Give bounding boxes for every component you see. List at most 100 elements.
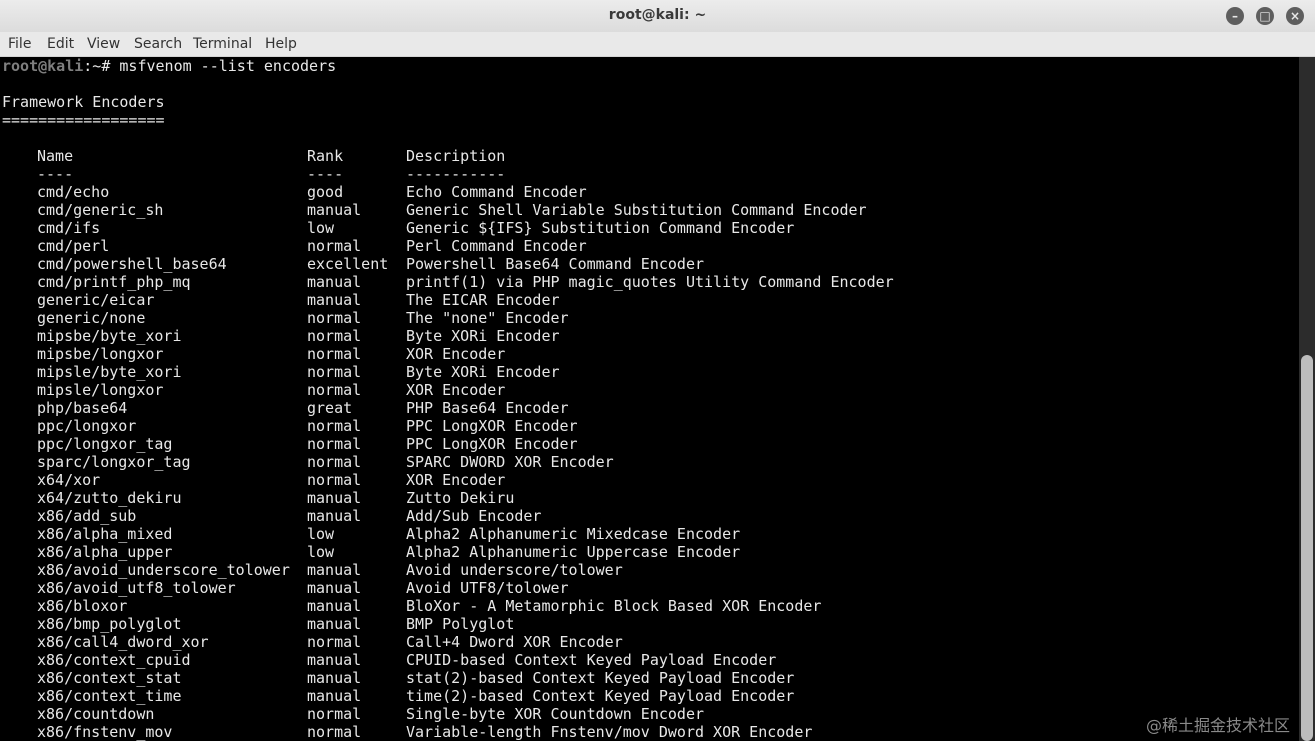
cell-rank: normal — [307, 705, 362, 723]
cell-name: generic/none — [37, 309, 146, 327]
table-row: x64/xor normal XOR Encoder — [2, 471, 1202, 489]
cell-description: Perl Command Encoder — [406, 237, 587, 255]
cell-description: BMP Polyglot — [406, 615, 515, 633]
cell-description: Single-byte XOR Countdown Encoder — [406, 705, 705, 723]
table-row: x64/zutto_dekiru manual Zutto Dekiru — [2, 489, 1202, 507]
cell-name: x86/bmp_polyglot — [37, 615, 182, 633]
cell-rank: low — [307, 525, 335, 543]
cell-rank: normal — [307, 435, 362, 453]
cell-name: x86/alpha_mixed — [37, 525, 173, 543]
cell-rank: normal — [307, 327, 362, 345]
table-row: x86/context_stat manual stat(2)-based Cont… — [2, 669, 1202, 687]
cell-description: printf(1) via PHP magic_quotes Utility C… — [406, 273, 894, 291]
table-row: cmd/perl normal Perl Command Encoder — [2, 237, 1202, 255]
column-underline-rank: ---- — [307, 165, 344, 183]
cell-name: x86/context_time — [37, 687, 182, 705]
cell-description: Byte XORi Encoder — [406, 363, 560, 381]
cell-rank: good — [307, 183, 344, 201]
cell-name: x86/countdown — [37, 705, 155, 723]
cell-name: cmd/printf_php_mq — [37, 273, 191, 291]
cell-description: XOR Encoder — [406, 345, 506, 363]
cell-description: Zutto Dekiru — [406, 489, 515, 507]
cell-name: ppc/longxor — [37, 417, 137, 435]
cell-name: x64/zutto_dekiru — [37, 489, 182, 507]
cell-rank: manual — [307, 669, 362, 687]
cell-description: Alpha2 Alphanumeric Mixedcase Encoder — [406, 525, 741, 543]
table-row: x86/alpha_upper low Alpha2 Alphanumeric Up… — [2, 543, 1202, 561]
cell-name: generic/eicar — [37, 291, 155, 309]
prompt-path: :~# — [83, 57, 120, 75]
cell-description: XOR Encoder — [406, 471, 506, 489]
cell-description: Alpha2 Alphanumeric Uppercase Encoder — [406, 543, 741, 561]
cell-name: mipsbe/longxor — [37, 345, 164, 363]
table-row: mipsbe/longxor normal XOR Encoder — [2, 345, 1202, 363]
menu-search[interactable]: Search — [134, 36, 182, 52]
cell-rank: normal — [307, 471, 362, 489]
cell-description: Powershell Base64 Command Encoder — [406, 255, 705, 273]
cell-name: cmd/echo — [37, 183, 110, 201]
cell-rank: manual — [307, 273, 362, 291]
cell-name: x86/call4_dword_xor — [37, 633, 209, 651]
cell-rank: manual — [307, 489, 362, 507]
cell-description: PPC LongXOR Encoder — [406, 435, 578, 453]
cell-rank: normal — [307, 345, 362, 363]
cell-name: cmd/generic_sh — [37, 201, 164, 219]
cell-name: mipsle/longxor — [37, 381, 164, 399]
table-row: ppc/longxor_tag normal PPC LongXOR Encoder — [2, 435, 1202, 453]
table-header: Name Rank Description — [2, 147, 1202, 165]
cell-name: cmd/ifs — [37, 219, 101, 237]
cell-name: x86/add_sub — [37, 507, 137, 525]
cell-rank: normal — [307, 417, 362, 435]
cell-name: mipsle/byte_xori — [37, 363, 182, 381]
cell-description: SPARC DWORD XOR Encoder — [406, 453, 614, 471]
cell-rank: manual — [307, 561, 362, 579]
menu-help[interactable]: Help — [265, 36, 297, 52]
maximize-icon[interactable]: □ — [1256, 7, 1274, 25]
cell-description: Add/Sub Encoder — [406, 507, 542, 525]
cell-description: Variable-length Fnstenv/mov Dword XOR En… — [406, 723, 813, 741]
cell-rank: manual — [307, 597, 362, 615]
cell-name: x86/bloxor — [37, 597, 128, 615]
column-underline-description: ----------- — [406, 165, 506, 183]
table-row: cmd/ifs low Generic ${IFS} Substitution Co… — [2, 219, 1202, 237]
column-underline-name: ---- — [37, 165, 74, 183]
cell-description: Generic ${IFS} Substitution Command Enco… — [406, 219, 795, 237]
menu-view[interactable]: View — [87, 36, 120, 52]
cell-rank: great — [307, 399, 353, 417]
cell-rank: manual — [307, 507, 362, 525]
cell-description: CPUID-based Context Keyed Payload Encode… — [406, 651, 777, 669]
vertical-scrollbar[interactable] — [1299, 57, 1315, 741]
scrollbar-thumb[interactable] — [1301, 355, 1313, 741]
cell-rank: excellent — [307, 255, 389, 273]
prompt-line: root@kali:~# msfvenom --list encoders — [2, 57, 336, 75]
cell-rank: normal — [307, 237, 362, 255]
close-icon[interactable]: × — [1286, 7, 1304, 25]
cell-name: x86/context_cpuid — [37, 651, 191, 669]
cell-name: x86/alpha_upper — [37, 543, 173, 561]
cell-name: ppc/longxor_tag — [37, 435, 173, 453]
cell-rank: normal — [307, 723, 362, 741]
column-header-rank: Rank — [307, 147, 344, 165]
table-row: mipsle/byte_xori normal Byte XORi Encoder — [2, 363, 1202, 381]
menu-file[interactable]: File — [8, 36, 31, 52]
table-row: cmd/printf_php_mq manual printf(1) via PHP… — [2, 273, 1202, 291]
watermark: @稀土掘金技术社区 — [1146, 716, 1291, 735]
cell-rank: normal — [307, 453, 362, 471]
table-row: x86/avoid_utf8_tolower manual Avoid UTF8/t… — [2, 579, 1202, 597]
cell-description: XOR Encoder — [406, 381, 506, 399]
table-row: cmd/generic_sh manual Generic Shell Variab… — [2, 201, 1202, 219]
table-row: x86/bmp_polyglot manual BMP Polyglot — [2, 615, 1202, 633]
window-titlebar: root@kali: ~ – □ × — [0, 0, 1315, 33]
cell-description: stat(2)-based Context Keyed Payload Enco… — [406, 669, 795, 687]
menu-edit[interactable]: Edit — [47, 36, 74, 52]
menu-terminal[interactable]: Terminal — [193, 36, 252, 52]
cell-rank: normal — [307, 363, 362, 381]
table-row: x86/bloxor manual BloXor - A Metamorphic B… — [2, 597, 1202, 615]
cell-name: x86/fnstenv_mov — [37, 723, 173, 741]
minimize-icon[interactable]: – — [1226, 7, 1244, 25]
cell-rank: manual — [307, 201, 362, 219]
terminal-output[interactable]: root@kali:~# msfvenom --list encoders Fr… — [0, 57, 1299, 741]
table-row: x86/call4_dword_xor normal Call+4 Dword XO… — [2, 633, 1202, 651]
table-row: x86/add_sub manual Add/Sub Encoder — [2, 507, 1202, 525]
cell-name: x86/context_stat — [37, 669, 182, 687]
